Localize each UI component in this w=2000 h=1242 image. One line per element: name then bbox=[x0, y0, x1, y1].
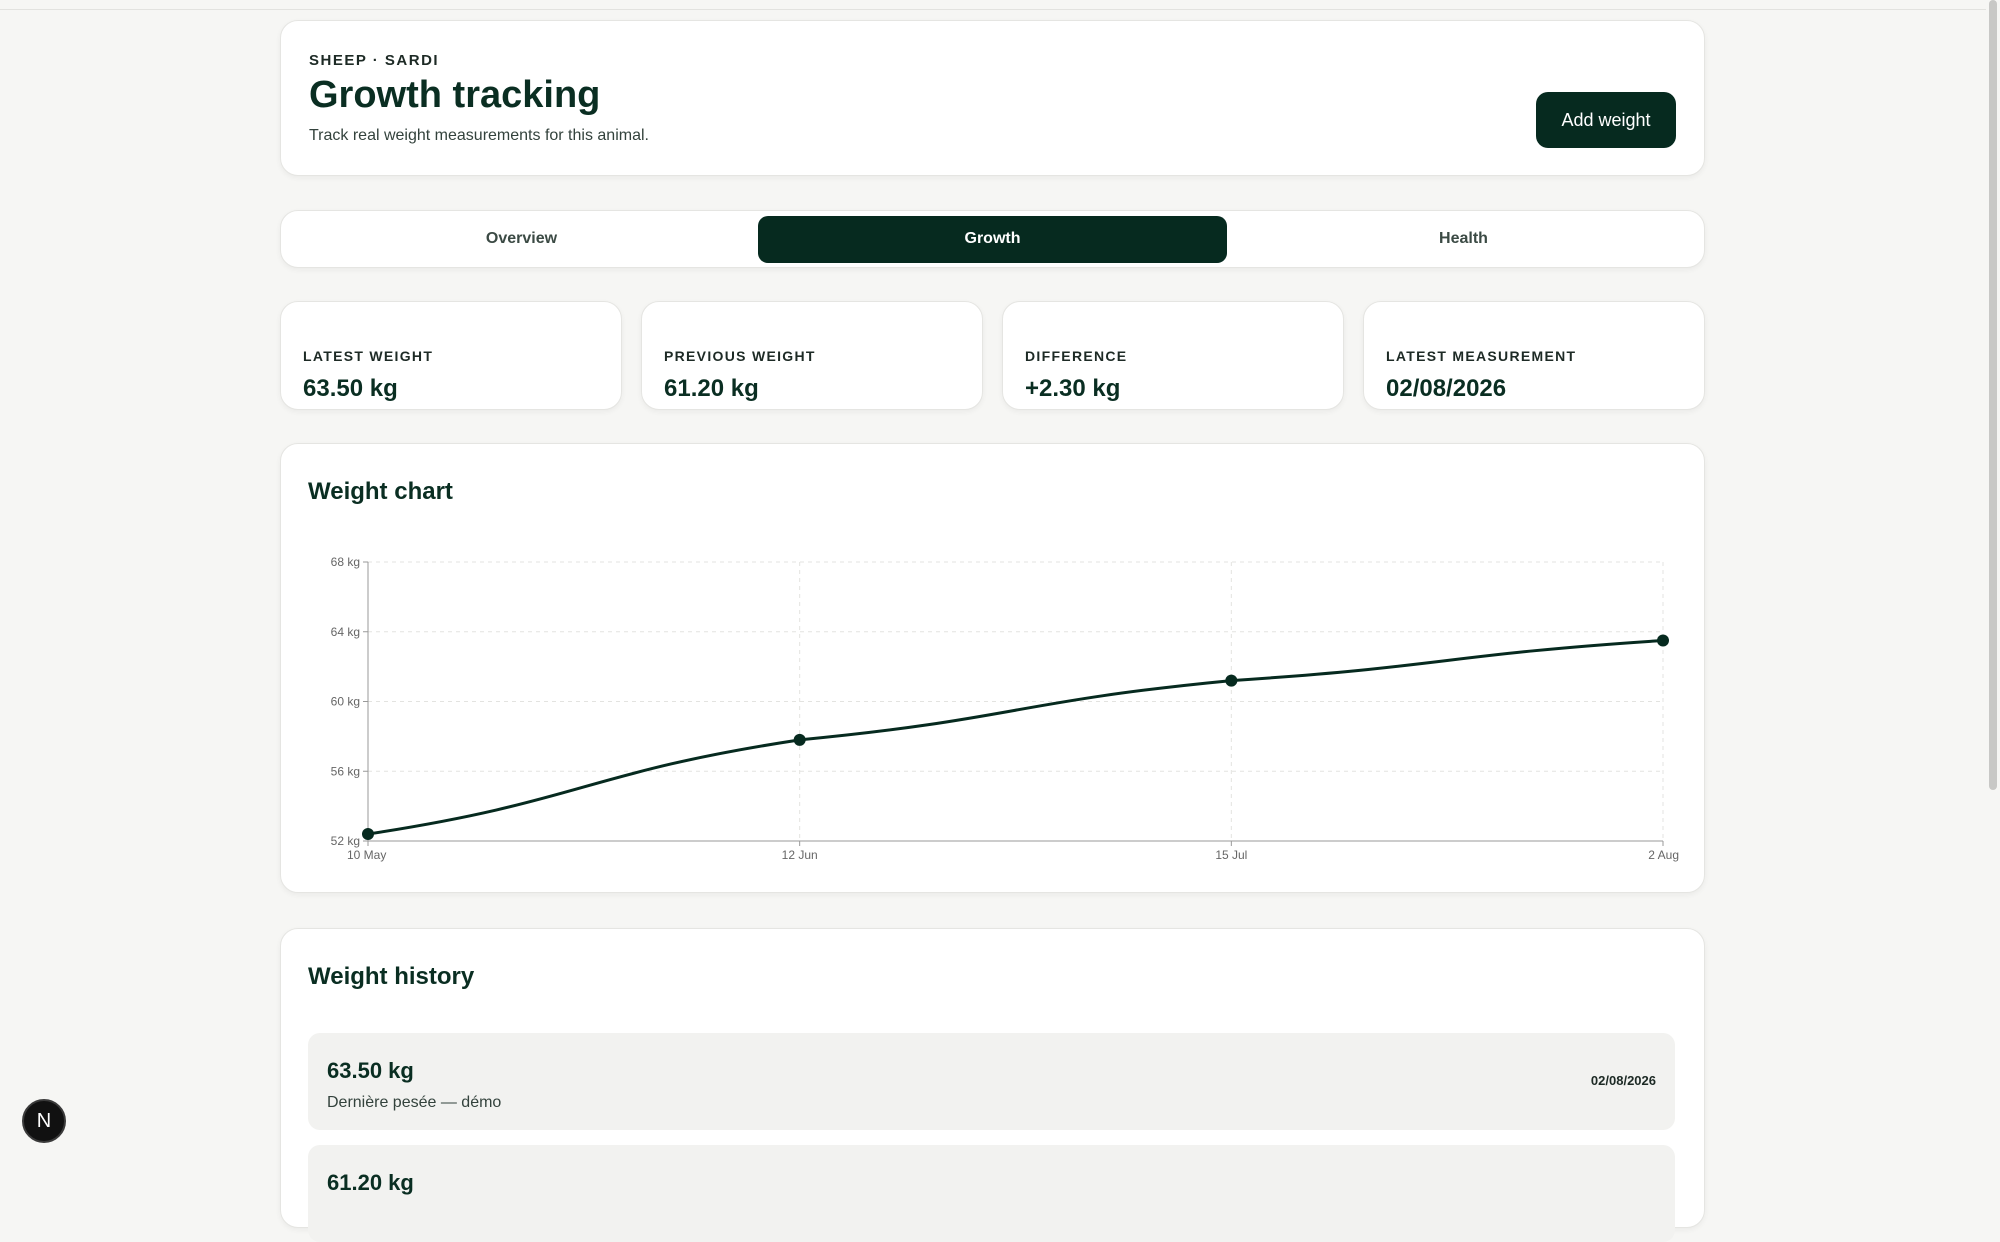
tab-overview[interactable]: Overview bbox=[287, 216, 756, 263]
stat-previous-weight: PREVIOUS WEIGHT 61.20 kg bbox=[641, 301, 983, 410]
history-note: Dernière pesée — démo bbox=[327, 1094, 502, 1111]
tab-bar: Overview Growth Health bbox=[280, 210, 1705, 268]
y-tick-label: 60 kg bbox=[331, 695, 360, 709]
stats-row: LATEST WEIGHT 63.50 kg PREVIOUS WEIGHT 6… bbox=[280, 301, 1705, 410]
data-point bbox=[793, 733, 806, 746]
y-tick-label: 68 kg bbox=[331, 555, 360, 569]
header-card: SHEEP · SARDI Growth tracking Track real… bbox=[280, 20, 1705, 176]
page-title: Growth tracking bbox=[309, 74, 601, 116]
weight-line-chart: 52 kg 56 kg 60 kg 64 kg 68 kg 10 May 12 Jun 15 … bbox=[331, 555, 1679, 862]
page-subtitle: Track real weight measurements for this … bbox=[309, 127, 649, 144]
stat-label: LATEST MEASUREMENT bbox=[1386, 348, 1577, 364]
data-point bbox=[1657, 634, 1669, 647]
history-weight: 63.50 kg bbox=[327, 1058, 414, 1083]
y-tick-label: 64 kg bbox=[331, 625, 360, 639]
x-tick-label: 15 Jul bbox=[1215, 848, 1247, 862]
stat-difference: DIFFERENCE +2.30 kg bbox=[1002, 301, 1344, 410]
data-point bbox=[362, 828, 374, 841]
top-bar bbox=[0, 0, 1990, 10]
stat-label: PREVIOUS WEIGHT bbox=[664, 348, 816, 364]
history-item[interactable]: 63.50 kg Dernière pesée — démo 02/08/202… bbox=[308, 1033, 1675, 1130]
weight-history-card: Weight history 63.50 kg Dernière pesée —… bbox=[280, 928, 1705, 1242]
stat-value: +2.30 kg bbox=[1025, 375, 1121, 402]
weight-series-line bbox=[367, 638, 1664, 836]
stat-latest-weight: LATEST WEIGHT 63.50 kg bbox=[280, 301, 622, 410]
tab-growth[interactable]: Growth bbox=[758, 215, 1227, 263]
stat-label: LATEST WEIGHT bbox=[303, 348, 434, 364]
x-tick-label: 10 May bbox=[347, 848, 386, 862]
animal-eyebrow: SHEEP · SARDI bbox=[309, 52, 440, 69]
stat-latest-measurement: LATEST MEASUREMENT 02/08/2026 bbox=[1363, 301, 1705, 410]
next-dev-badge[interactable]: N bbox=[22, 1099, 66, 1143]
data-point bbox=[1225, 674, 1238, 687]
stat-label: DIFFERENCE bbox=[1025, 348, 1128, 364]
page-scrollbar[interactable] bbox=[1986, 0, 2000, 1164]
add-weight-button[interactable]: Add weight bbox=[1536, 92, 1676, 148]
stat-value: 02/08/2026 bbox=[1386, 375, 1507, 402]
y-tick-label: 52 kg bbox=[331, 834, 360, 848]
y-tick-label: 56 kg bbox=[331, 764, 360, 778]
stat-value: 63.50 kg bbox=[303, 375, 398, 402]
tab-health[interactable]: Health bbox=[1229, 216, 1698, 263]
history-weight: 61.20 kg bbox=[327, 1170, 414, 1195]
x-tick-label: 2 Aug bbox=[1648, 848, 1679, 862]
scrollbar-thumb[interactable] bbox=[1989, 0, 1997, 790]
history-date: 02/08/2026 bbox=[1590, 1073, 1656, 1088]
stat-value: 61.20 kg bbox=[664, 375, 759, 402]
history-title: Weight history bbox=[308, 963, 475, 990]
x-tick-label: 12 Jun bbox=[782, 848, 818, 862]
weight-chart-card: Weight chart 52 kg 56 kg 60 kg 64 kg 68 kg 10… bbox=[280, 443, 1705, 893]
history-item[interactable]: 61.20 kg bbox=[308, 1145, 1675, 1242]
